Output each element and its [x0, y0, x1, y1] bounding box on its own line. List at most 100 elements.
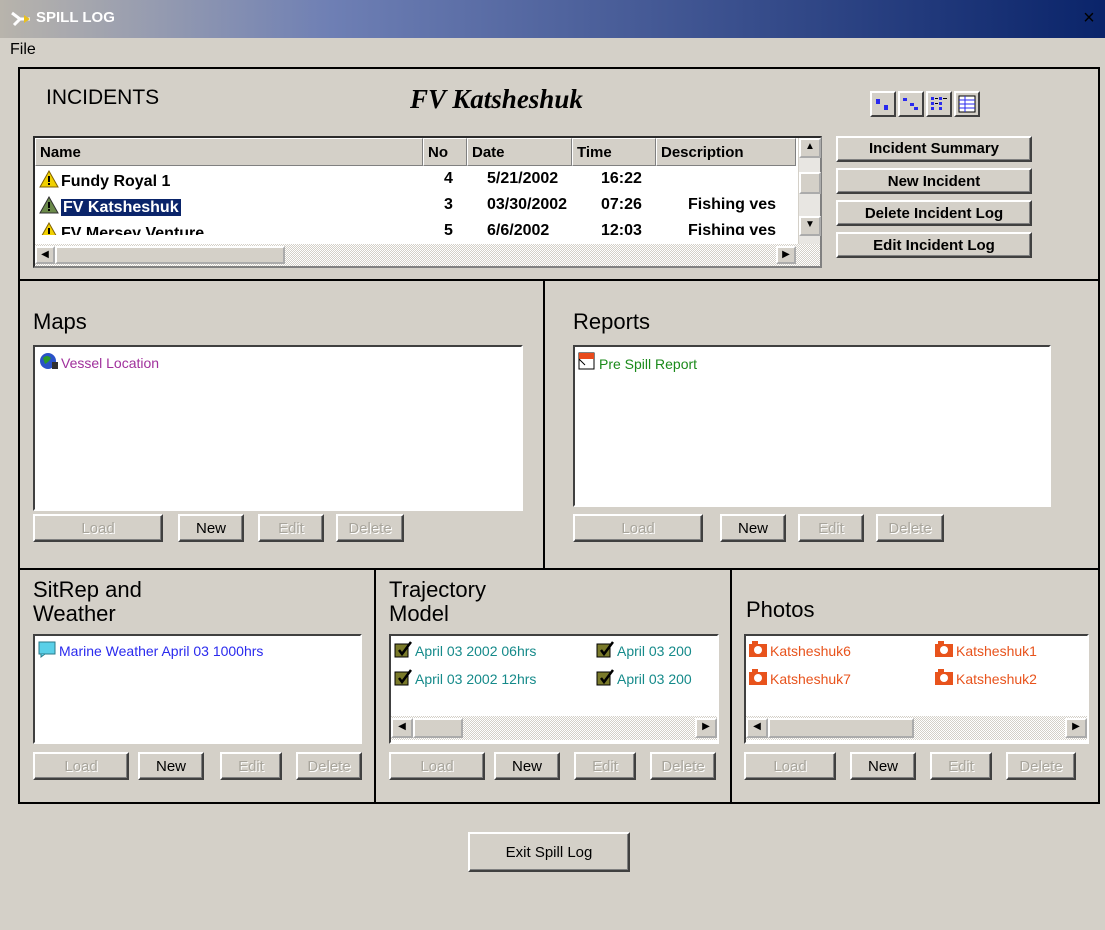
incident-no: 3: [444, 196, 453, 213]
list-item[interactable]: Katsheshuk2: [934, 668, 1037, 687]
list-item[interactable]: Katsheshuk1: [934, 640, 1037, 659]
sitrep-delete-button[interactable]: Delete: [296, 752, 362, 780]
photo-item-label: Katsheshuk7: [770, 671, 851, 687]
incident-date: 5/21/2002: [487, 170, 559, 187]
photos-delete-button[interactable]: Delete: [1006, 752, 1076, 780]
scroll-right-arrow-icon[interactable]: ▶: [776, 246, 796, 264]
reports-new-button[interactable]: New: [720, 514, 786, 542]
trajectory-item-label: April 03 200: [617, 643, 692, 659]
column-header-time[interactable]: Time: [572, 138, 656, 166]
reports-load-button[interactable]: Load: [573, 514, 703, 542]
close-button[interactable]: ×: [1078, 8, 1100, 29]
photos-new-button[interactable]: New: [850, 752, 916, 780]
photo-camera-icon: [749, 641, 767, 657]
map-item-label: Vessel Location: [61, 355, 160, 371]
maps-new-button[interactable]: New: [178, 514, 244, 542]
sitrep-heading-line1: SitRep and: [33, 577, 142, 602]
trajectory-new-button[interactable]: New: [494, 752, 560, 780]
sitrep-new-button[interactable]: New: [138, 752, 204, 780]
list-item[interactable]: Katsheshuk7: [748, 668, 851, 687]
photo-camera-icon: [749, 669, 767, 685]
column-header-name[interactable]: Name: [35, 138, 423, 166]
horizontal-scrollbar[interactable]: ◀ ▶: [35, 244, 820, 266]
trajectory-model-icon: [596, 669, 614, 686]
divider: [18, 568, 1100, 570]
menu-file[interactable]: File: [10, 41, 36, 59]
column-header-no[interactable]: No: [423, 138, 467, 166]
scroll-up-arrow-icon[interactable]: ▲: [799, 138, 821, 158]
view-large-icons-button[interactable]: [870, 91, 896, 117]
trajectory-edit-button[interactable]: Edit: [574, 752, 636, 780]
trajectory-load-button[interactable]: Load: [389, 752, 485, 780]
report-item-label: Pre Spill Report: [599, 356, 698, 372]
list-item[interactable]: Marine Weather April 03 1000hrs: [37, 640, 263, 659]
trajectory-item-label: April 03 200: [617, 671, 692, 687]
maps-delete-button[interactable]: Delete: [336, 514, 404, 542]
trajectory-heading-line1: Trajectory: [389, 577, 486, 602]
divider: [730, 568, 732, 804]
photos-edit-button[interactable]: Edit: [930, 752, 992, 780]
scroll-thumb[interactable]: [413, 718, 463, 738]
photo-camera-icon: [935, 641, 953, 657]
column-header-description[interactable]: Description: [656, 138, 796, 166]
row-name-cell: FV Mersey Venture: [39, 222, 204, 235]
scroll-left-arrow-icon[interactable]: ◀: [391, 718, 413, 738]
incidents-heading: INCIDENTS: [46, 86, 160, 109]
maps-edit-button[interactable]: Edit: [258, 514, 324, 542]
photos-load-button[interactable]: Load: [744, 752, 836, 780]
new-incident-button[interactable]: New Incident: [836, 168, 1032, 194]
trajectory-delete-button[interactable]: Delete: [650, 752, 716, 780]
incident-name: FV Katsheshuk: [61, 199, 181, 216]
scroll-thumb[interactable]: [768, 718, 914, 738]
view-small-icons-button[interactable]: [898, 91, 924, 117]
horizontal-scrollbar[interactable]: ◀ ▶: [746, 716, 1087, 740]
globe-map-icon: [40, 353, 58, 369]
view-list-button[interactable]: [926, 91, 952, 117]
incident-date: 03/30/2002: [487, 196, 568, 213]
sitrep-edit-button[interactable]: Edit: [220, 752, 282, 780]
incident-name: Fundy Royal 1: [61, 173, 171, 190]
scroll-down-arrow-icon[interactable]: ▼: [799, 216, 821, 236]
sitrep-heading-line2: Weather: [33, 601, 116, 626]
list-item[interactable]: April 03 200: [595, 668, 692, 687]
list-item[interactable]: Katsheshuk6: [748, 640, 851, 659]
scroll-left-arrow-icon[interactable]: ◀: [746, 718, 768, 738]
vertical-scrollbar[interactable]: ▲ ▼: [798, 138, 821, 246]
list-item[interactable]: April 03 2002 06hrs: [393, 640, 536, 659]
scroll-thumb[interactable]: [799, 172, 821, 194]
reports-delete-button[interactable]: Delete: [876, 514, 944, 542]
edit-incident-log-button[interactable]: Edit Incident Log: [836, 232, 1032, 258]
sitrep-load-button[interactable]: Load: [33, 752, 129, 780]
scroll-right-arrow-icon[interactable]: ▶: [1065, 718, 1087, 738]
incident-summary-button[interactable]: Incident Summary: [836, 136, 1032, 162]
trajectory-item-label: April 03 2002 06hrs: [415, 643, 537, 659]
divider: [18, 279, 1100, 281]
trajectory-model-icon: [596, 641, 614, 658]
exit-spill-log-button[interactable]: Exit Spill Log: [468, 832, 630, 872]
table-row[interactable]: FV Mersey Venture 5 6/6/2002 12:03 Fishi…: [35, 222, 796, 235]
photo-item-label: Katsheshuk6: [770, 643, 851, 659]
incident-time: 16:22: [601, 170, 642, 187]
scroll-left-arrow-icon[interactable]: ◀: [35, 246, 55, 264]
incident-description: Fishing ves: [688, 222, 777, 235]
divider: [543, 279, 545, 570]
incident-no: 4: [444, 170, 453, 187]
list-item[interactable]: Vessel Location: [39, 352, 159, 371]
list-item[interactable]: Pre Spill Report: [577, 351, 697, 372]
app-icon: [10, 9, 32, 29]
view-details-button[interactable]: [954, 91, 980, 117]
menu-bar: [0, 38, 1105, 62]
delete-incident-log-button[interactable]: Delete Incident Log: [836, 200, 1032, 226]
scroll-thumb[interactable]: [55, 246, 285, 264]
list-item[interactable]: April 03 200: [595, 640, 692, 659]
incident-description: Fishing ves: [688, 196, 777, 213]
list-item[interactable]: April 03 2002 12hrs: [393, 668, 536, 687]
horizontal-scrollbar[interactable]: ◀ ▶: [391, 716, 717, 740]
title-bar: [0, 0, 1105, 38]
trajectory-heading-line2: Model: [389, 601, 449, 626]
maps-load-button[interactable]: Load: [33, 514, 163, 542]
photos-list: Katsheshuk6 Katsheshuk1 Katsheshuk7 Kats…: [744, 634, 1089, 744]
scroll-right-arrow-icon[interactable]: ▶: [695, 718, 717, 738]
reports-edit-button[interactable]: Edit: [798, 514, 864, 542]
column-header-date[interactable]: Date: [467, 138, 572, 166]
